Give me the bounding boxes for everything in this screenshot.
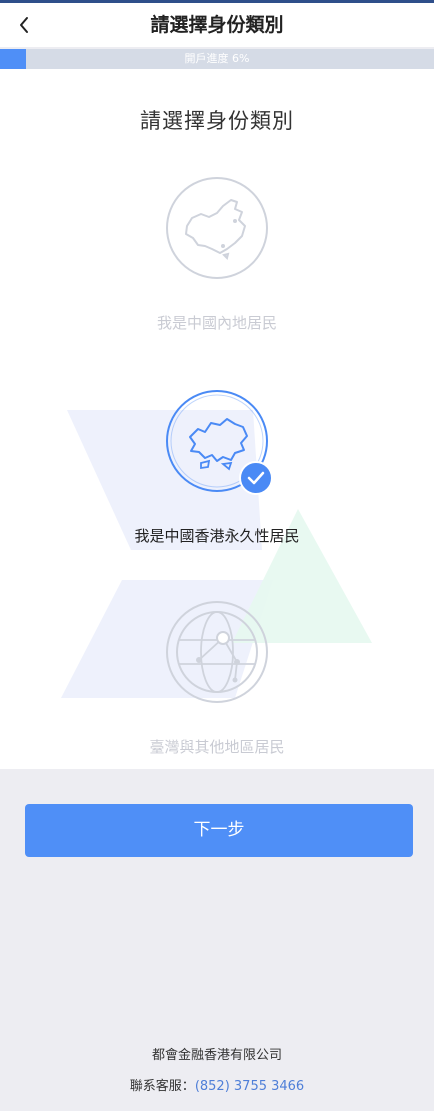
- option-taiwan-other-resident[interactable]: 臺灣與其他地區居民: [67, 600, 367, 769]
- service-label: 聯系客服：: [129, 1079, 195, 1094]
- option-label-hong-kong: 我是中國香港永久性居民: [134, 527, 300, 545]
- globe-icon: [166, 601, 268, 703]
- back-button[interactable]: [10, 9, 38, 41]
- page-title: 請選擇身份類別: [150, 14, 284, 36]
- progress-label: 開戶進度 6%: [184, 52, 250, 65]
- next-step-button[interactable]: 下一步: [25, 804, 413, 857]
- progress-bar: 開戶進度 6%: [0, 49, 434, 69]
- option-label-mainland: 我是中國內地居民: [156, 314, 277, 332]
- option-mainland-resident[interactable]: 我是中國內地居民: [67, 176, 367, 351]
- china-map-icon: [166, 177, 268, 279]
- header-bar: 請選擇身份類別: [0, 3, 434, 47]
- selected-check-icon: [239, 461, 273, 495]
- service-phone-link[interactable]: (852) 3755 3466: [195, 1079, 304, 1094]
- option-hong-kong-resident[interactable]: 我是中國香港永久性居民: [67, 389, 367, 564]
- option-label-taiwan-other: 臺灣與其他地區居民: [149, 738, 285, 756]
- chevron-left-icon: [20, 17, 28, 33]
- section-title: 請選擇身份類別: [140, 109, 294, 133]
- customer-service: 聯系客服：(852) 3755 3466: [0, 1075, 434, 1094]
- company-name: 都會金融香港有限公司: [151, 1048, 282, 1063]
- identity-selection-panel: 請選擇身份類別 我是中國內地居民 我是中國香港永久性居民 臺灣與其他地區居民: [0, 69, 434, 769]
